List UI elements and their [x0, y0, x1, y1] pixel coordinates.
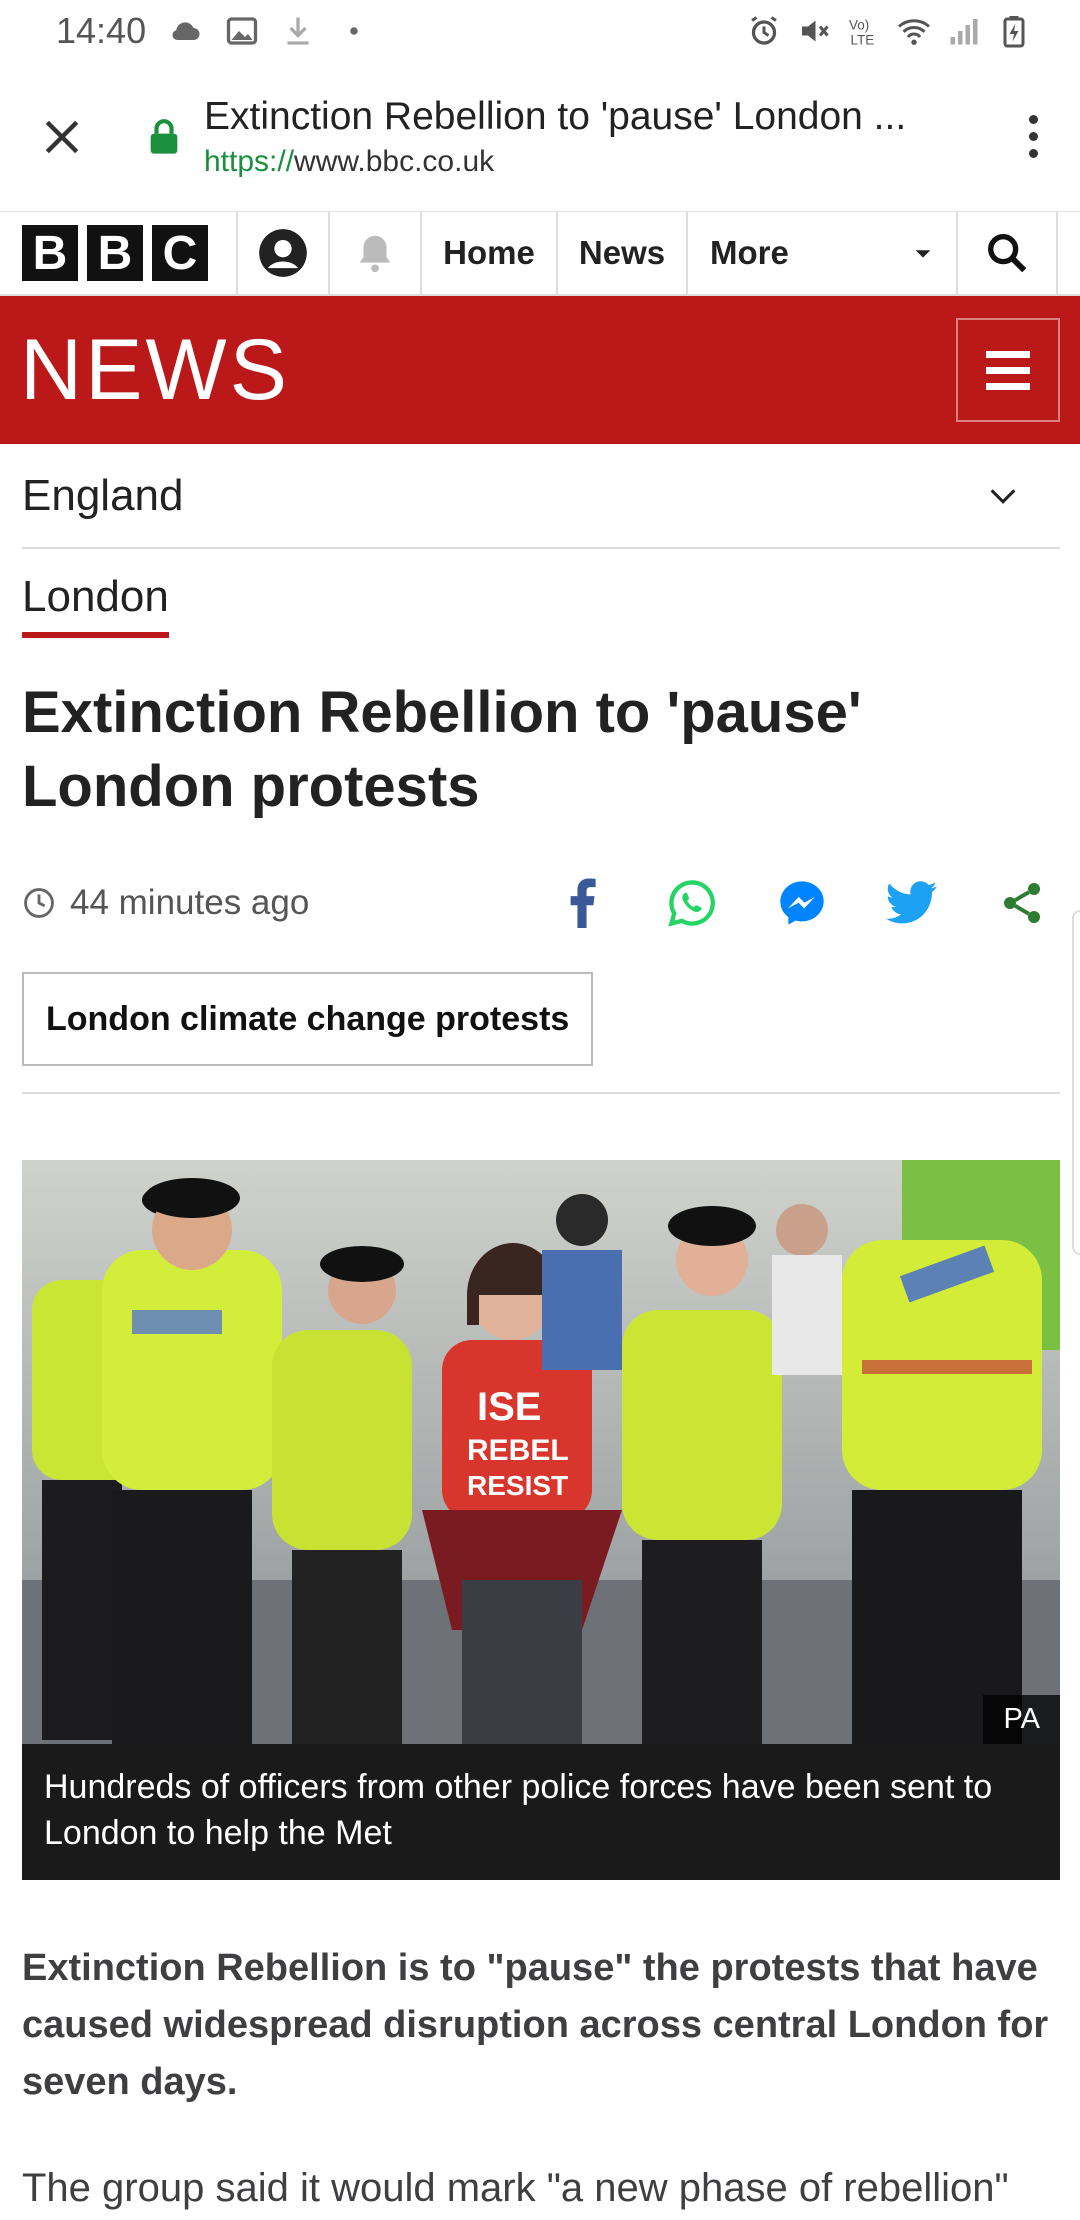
clock-icon	[24, 888, 54, 918]
region-selector[interactable]: England	[22, 444, 1060, 549]
image-credit: PA	[983, 1695, 1060, 1744]
nav-news-link[interactable]: News	[558, 212, 688, 294]
section-menu-button[interactable]	[956, 318, 1060, 422]
svg-text:LTE: LTE	[851, 33, 875, 48]
menu-dot	[1028, 132, 1038, 141]
chevron-down-icon	[990, 488, 1016, 504]
nav-home-link[interactable]: Home	[422, 212, 558, 294]
hamburger-line	[986, 350, 1030, 358]
nav-more-dropdown[interactable]: More	[688, 212, 958, 294]
share-tools	[556, 877, 1048, 929]
caret-down-icon	[915, 250, 931, 258]
svg-text:REBEL: REBEL	[467, 1434, 569, 1467]
svg-text:ISE: ISE	[477, 1385, 541, 1429]
share-facebook-button[interactable]	[556, 877, 608, 929]
article-body-paragraph: The group said it would mark "a new phas…	[22, 2166, 1009, 2210]
messenger-icon	[780, 881, 824, 925]
news-masthead: NEWS	[0, 296, 1080, 444]
account-button[interactable]	[238, 212, 330, 294]
address-bar[interactable]: Extinction Rebellion to 'pause' London .…	[204, 95, 974, 179]
close-tab-button[interactable]	[30, 105, 94, 169]
close-icon	[45, 120, 79, 153]
timestamp-text: 44 minutes ago	[70, 883, 310, 922]
browser-toolbar: Extinction Rebellion to 'pause' London .…	[0, 62, 1080, 212]
nav-more-label: More	[710, 234, 789, 271]
status-time: 14:40	[56, 10, 147, 51]
browser-menu-button[interactable]	[1008, 97, 1058, 177]
volte-icon: Vo)LTE	[849, 18, 875, 48]
article-timestamp: 44 minutes ago	[22, 883, 309, 923]
search-button[interactable]	[958, 212, 1058, 294]
image-icon	[226, 17, 258, 45]
svg-text:RESIST: RESIST	[467, 1470, 568, 1501]
article-meta: 44 minutes ago	[22, 868, 1060, 938]
divider	[22, 1092, 1060, 1094]
browser-page-title: Extinction Rebellion to 'pause' London .…	[204, 94, 907, 138]
menu-dot	[1028, 115, 1038, 124]
search-icon	[988, 234, 1027, 273]
article-hero-image: ISE REBEL RESIST PA	[22, 1160, 1060, 1744]
lock-icon	[150, 118, 178, 154]
protest-photo: ISE REBEL RESIST	[22, 1160, 1060, 1744]
bell-icon	[359, 235, 391, 273]
share-whatsapp-button[interactable]	[666, 877, 718, 929]
url-host: www.bbc.co.uk	[294, 144, 495, 178]
article-headline: Extinction Rebellion to 'pause' London p…	[22, 680, 862, 819]
wifi-icon	[898, 19, 930, 45]
share-twitter-button[interactable]	[886, 877, 938, 929]
battery-charging-icon	[1003, 16, 1025, 48]
article-intro: Extinction Rebellion is to "pause" the p…	[22, 1947, 1049, 2103]
share-icon	[1004, 883, 1040, 923]
bbc-logo-block: B	[87, 225, 143, 281]
news-logo[interactable]: NEWS	[20, 321, 290, 420]
dot-icon	[350, 27, 358, 35]
download-icon	[287, 17, 309, 45]
bbc-logo[interactable]: B B C	[0, 212, 238, 294]
subsection-link-london[interactable]: London	[22, 572, 169, 638]
share-more-button[interactable]	[996, 877, 1048, 929]
share-messenger-button[interactable]	[776, 877, 828, 929]
edge-panel-handle[interactable]	[1072, 910, 1080, 1255]
twitter-icon	[886, 881, 937, 924]
hamburger-line	[986, 366, 1030, 374]
svg-text:Vo): Vo)	[849, 18, 869, 33]
region-label: England	[22, 470, 184, 520]
facebook-icon	[570, 878, 596, 928]
topic-tag-link[interactable]: London climate change protests	[22, 972, 594, 1066]
status-bar: 14:40 Vo) LTE	[0, 0, 1080, 62]
bbc-global-nav: B B C Home News More	[0, 212, 1080, 296]
notifications-button[interactable]	[330, 212, 422, 294]
image-caption: Hundreds of officers from other police f…	[22, 1744, 1060, 1880]
account-icon	[259, 229, 307, 277]
cloud-icon	[172, 22, 200, 40]
menu-dot	[1028, 149, 1038, 158]
signal-icon	[950, 19, 978, 45]
hamburger-line	[986, 382, 1030, 390]
url-text: https://www.bbc.co.uk	[204, 145, 974, 179]
bbc-logo-block: B	[22, 225, 78, 281]
bbc-logo-block: C	[152, 225, 208, 281]
alarm-icon	[751, 16, 777, 45]
whatsapp-icon	[668, 880, 715, 927]
url-scheme: https://	[204, 144, 295, 178]
mute-icon	[802, 20, 829, 42]
